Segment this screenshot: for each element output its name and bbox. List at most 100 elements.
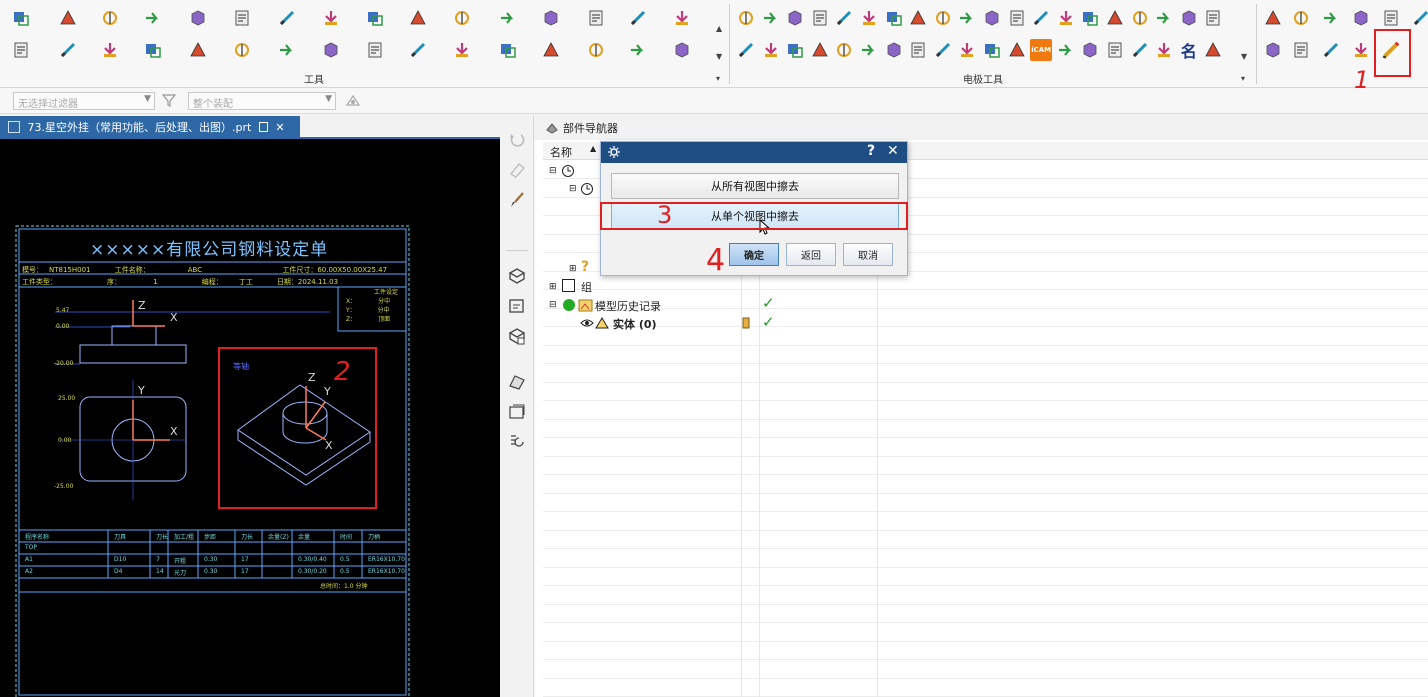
electrode-tool-icon[interactable] xyxy=(833,7,855,29)
rename-icon[interactable]: 名 xyxy=(1178,39,1200,61)
tree-collapse-icon[interactable]: ⊟ xyxy=(549,166,557,176)
electrode-tool-icon[interactable] xyxy=(1202,7,1224,29)
tree-expand-icon[interactable]: ⊞ xyxy=(569,264,577,274)
tool-icon[interactable] xyxy=(364,7,386,29)
eraser-icon[interactable] xyxy=(505,158,529,182)
tree-collapse-icon[interactable]: ⊟ xyxy=(549,300,557,310)
electrode-tool-icon[interactable] xyxy=(1129,7,1151,29)
snap-settings-icon[interactable] xyxy=(344,93,362,109)
tree-item-model-history[interactable]: 模型历史记录 xyxy=(595,298,661,314)
document-tab[interactable]: 73.星空外挂（常用功能、后处理、出图）.prt ✕ xyxy=(0,116,300,138)
ok-button[interactable]: 确定 xyxy=(729,243,779,266)
tree-item-group[interactable]: 组 xyxy=(581,279,592,295)
electrode-scroll-down[interactable]: ▼ xyxy=(1241,52,1247,61)
graphics-canvas[interactable]: ×××××有限公司钢料设定单 模号： NT815H001 工件名称： ABC 工件尺… xyxy=(0,139,500,697)
tool-icon[interactable] xyxy=(231,39,253,61)
extra-tool-icon[interactable] xyxy=(1262,7,1284,29)
electrode-tool-icon[interactable] xyxy=(760,39,782,61)
assembly-navigator-icon[interactable] xyxy=(505,264,529,288)
electrode-tool-icon[interactable] xyxy=(981,7,1003,29)
electrode-tool-icon[interactable] xyxy=(1104,39,1126,61)
cancel-button[interactable]: 取消 xyxy=(843,243,893,266)
electrode-tool-icon[interactable] xyxy=(1006,7,1028,29)
history-icon[interactable] xyxy=(505,430,529,454)
electrode-tool-icon[interactable] xyxy=(858,7,880,29)
dialog-titlebar[interactable]: ? ✕ xyxy=(601,142,907,163)
pin-icon[interactable] xyxy=(258,122,268,132)
tool-icon[interactable] xyxy=(627,39,649,61)
tools-scroll-up[interactable]: ▲ xyxy=(716,24,722,33)
electrode-tool-icon[interactable] xyxy=(1030,7,1052,29)
back-button[interactable]: 返回 xyxy=(786,243,836,266)
electrode-tool-icon[interactable] xyxy=(1129,39,1151,61)
tool-icon[interactable] xyxy=(276,7,298,29)
electrode-tool-icon[interactable] xyxy=(1079,7,1101,29)
electrode-tool-icon[interactable] xyxy=(883,39,905,61)
tool-icon[interactable] xyxy=(99,7,121,29)
electrode-tool-icon[interactable] xyxy=(735,7,757,29)
electrode-tool-icon[interactable] xyxy=(809,7,831,29)
web-browser-icon[interactable] xyxy=(505,400,529,424)
tools-scroll-down[interactable]: ▼ xyxy=(716,52,722,61)
electrode-tool-icon[interactable] xyxy=(760,7,782,29)
tool-icon[interactable] xyxy=(231,7,253,29)
electrode-tool-icon[interactable] xyxy=(784,39,806,61)
tool-icon[interactable] xyxy=(407,7,429,29)
electrode-tool-icon[interactable] xyxy=(1153,39,1175,61)
tool-icon[interactable] xyxy=(540,39,562,61)
electrode-tool-icon[interactable] xyxy=(981,39,1003,61)
electrode-tool-icon[interactable] xyxy=(735,39,757,61)
tool-icon[interactable] xyxy=(497,7,519,29)
brush-icon[interactable] xyxy=(505,188,529,212)
tool-icon[interactable] xyxy=(364,39,386,61)
extra-tool-icon[interactable] xyxy=(1262,39,1284,61)
extra-tool-icon[interactable] xyxy=(1290,7,1312,29)
electrode-tool-icon[interactable] xyxy=(1178,7,1200,29)
electrode-tool-icon[interactable] xyxy=(858,39,880,61)
tree-item-body[interactable]: 实体 (0) xyxy=(613,316,657,332)
part-navigator-icon[interactable] xyxy=(505,324,529,348)
electrode-tool-icon[interactable] xyxy=(1202,39,1224,61)
type-filter-combo[interactable]: 无选择过滤器 ▼ xyxy=(13,92,155,110)
dialog-close-button[interactable]: ✕ xyxy=(887,143,899,159)
electrode-tool-icon[interactable] xyxy=(1104,7,1126,29)
extra-tool-icon[interactable] xyxy=(1290,39,1312,61)
electrode-tool-icon[interactable] xyxy=(883,7,905,29)
tool-icon[interactable] xyxy=(585,39,607,61)
extra-tool-icon[interactable] xyxy=(1350,39,1372,61)
electrode-tool-icon[interactable] xyxy=(809,39,831,61)
electrode-tool-icon[interactable] xyxy=(907,7,929,29)
tool-icon[interactable] xyxy=(57,39,79,61)
electrode-tool-icon[interactable] xyxy=(1055,39,1077,61)
electrode-tool-icon[interactable] xyxy=(907,39,929,61)
visibility-eye-icon[interactable] xyxy=(580,317,594,332)
constraint-navigator-icon[interactable] xyxy=(505,294,529,318)
electrode-tool-icon[interactable] xyxy=(833,39,855,61)
extra-tool-icon[interactable] xyxy=(1350,7,1372,29)
close-tab-button[interactable]: ✕ xyxy=(275,121,284,134)
tool-icon[interactable] xyxy=(671,39,693,61)
electrode-tool-icon[interactable] xyxy=(956,39,978,61)
tool-icon[interactable] xyxy=(187,7,209,29)
electrode-tool-icon[interactable] xyxy=(784,7,806,29)
filter-funnel-icon[interactable] xyxy=(161,93,179,109)
electrode-tool-icon[interactable] xyxy=(932,39,954,61)
electrode-tool-icon[interactable] xyxy=(1079,39,1101,61)
tool-icon[interactable] xyxy=(497,39,519,61)
extra-tool-icon[interactable] xyxy=(1410,7,1428,29)
tool-icon[interactable] xyxy=(142,7,164,29)
tree-expand-icon[interactable]: ⊞ xyxy=(549,282,557,292)
tool-icon[interactable] xyxy=(10,7,32,29)
tool-icon[interactable] xyxy=(451,39,473,61)
tool-icon[interactable] xyxy=(57,7,79,29)
help-button[interactable]: ? xyxy=(867,143,875,159)
tool-icon[interactable] xyxy=(142,39,164,61)
tool-icon[interactable] xyxy=(671,7,693,29)
extra-tool-icon[interactable] xyxy=(1380,7,1402,29)
electrode-tool-icon[interactable] xyxy=(956,7,978,29)
assembly-scope-combo[interactable]: 整个装配 ▼ xyxy=(188,92,336,110)
tool-icon[interactable] xyxy=(276,39,298,61)
tools-group-expand[interactable]: ▾ xyxy=(716,74,720,83)
electrode-tool-icon[interactable] xyxy=(1153,7,1175,29)
column-name-header[interactable]: 名称 xyxy=(550,144,572,160)
